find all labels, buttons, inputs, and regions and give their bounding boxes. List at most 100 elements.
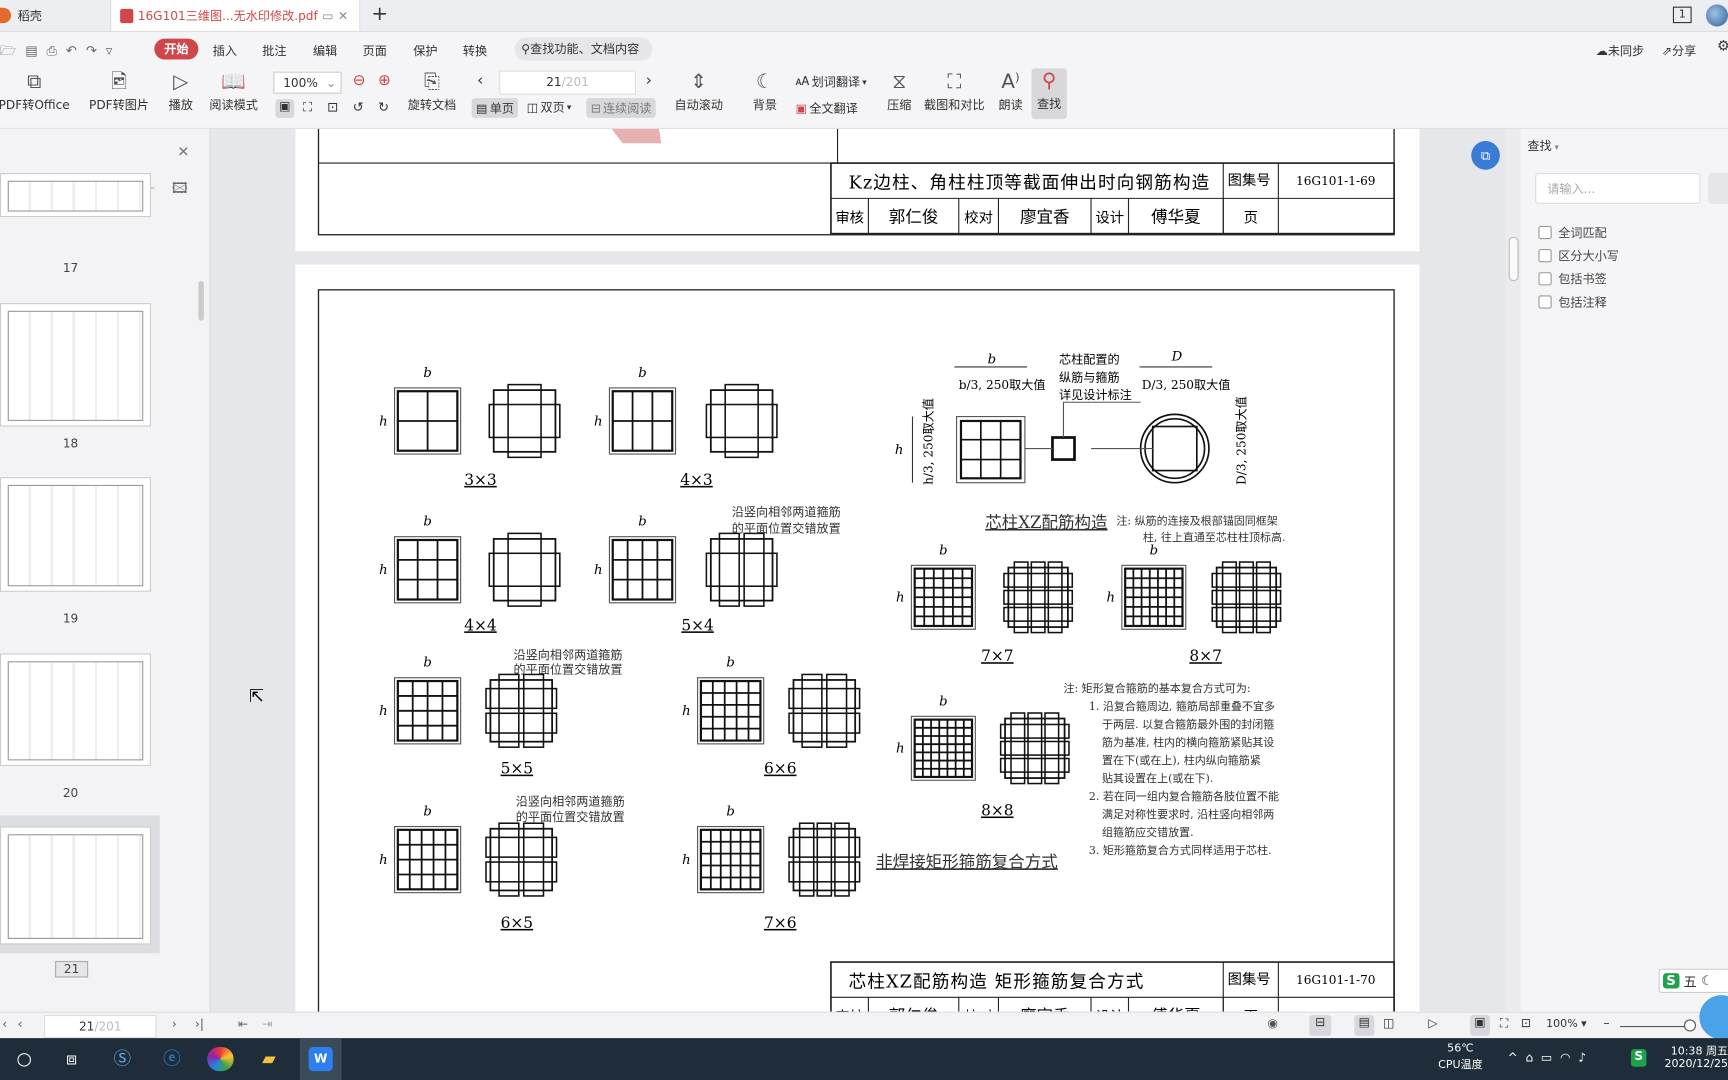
option-include-bookmarks[interactable]: 包括书签 [1538, 270, 1607, 288]
file-explorer-icon[interactable]: ▰ [256, 1047, 282, 1071]
fit-page-icon[interactable]: ⛶ [1500, 1016, 1508, 1031]
eye-protect-icon[interactable]: ◉ [1267, 1016, 1278, 1030]
find-input[interactable]: 请输入... [1535, 173, 1701, 204]
thumbnail-page-19[interactable] [0, 477, 151, 592]
share-button[interactable]: ⇗分享 [1662, 42, 1696, 60]
menu-home[interactable]: 开始 [154, 38, 199, 60]
menu-comment[interactable]: 批注 [262, 42, 286, 60]
user-avatar[interactable] [1705, 4, 1728, 27]
zoom-slider[interactable] [1619, 1025, 1689, 1028]
thumbnail-page-17[interactable] [0, 173, 151, 218]
option-include-comments[interactable]: 包括注释 [1538, 293, 1607, 311]
checkbox[interactable] [1538, 225, 1552, 240]
menu-insert[interactable]: 插入 [213, 42, 237, 60]
checkbox[interactable] [1538, 272, 1552, 286]
first-page-icon[interactable]: ‹ [2, 1017, 7, 1031]
document-view[interactable]: Kz边柱、角柱柱顶等截面伸出时向钢筋构造 图集号 16G101-1-69 审核 郭仁俊 校… [210, 128, 1507, 1012]
zoom-select[interactable]: 100% ⌄ [273, 71, 342, 94]
pin-icon[interactable]: ▭ [322, 8, 333, 22]
task-view-icon[interactable]: ⧈ [58, 1047, 84, 1071]
menu-convert[interactable]: 转换 [463, 42, 487, 60]
continuous-read-button[interactable]: ⊟ 连续阅读 [586, 98, 656, 118]
menu-page[interactable]: 页面 [363, 42, 387, 60]
checkbox[interactable] [1538, 249, 1552, 263]
rotate-left-icon[interactable]: ↺ [353, 99, 364, 114]
sogou-ime-tray-icon[interactable]: S [1631, 1049, 1647, 1067]
single-page-button[interactable]: ▤ 单页 [471, 98, 519, 118]
thumbnail-page-21[interactable] [0, 826, 151, 945]
fit-page-icon[interactable]: ⛶ [303, 99, 312, 116]
screenshot-compare-button[interactable]: ⛶ 截图和对比 [921, 69, 987, 113]
zoom-in-icon[interactable]: ⊕ [378, 72, 391, 90]
last-page-icon[interactable]: ›| [195, 1017, 204, 1031]
prev-page-icon[interactable]: ‹ [18, 1017, 23, 1031]
single-page-icon[interactable]: ▤ [1354, 1014, 1375, 1036]
zoom-slider-knob[interactable] [1683, 1019, 1697, 1032]
function-search[interactable]: ⚲查找功能、文档内容 [514, 37, 653, 61]
clock[interactable]: 10:38 周五 2020/12/25 [1662, 1041, 1728, 1070]
zoom-level[interactable]: 100% ▾ [1546, 1018, 1587, 1030]
next-page-icon[interactable]: › [646, 72, 652, 90]
tray-icons[interactable]: ^⌂▭◠♪ [1508, 1050, 1594, 1064]
compress-button[interactable]: ⧖ 压缩 [882, 69, 917, 113]
menu-edit[interactable]: 编辑 [313, 42, 337, 60]
rotate-document-button[interactable]: ⎘ 旋转文档 [403, 69, 460, 113]
status-page-input[interactable]: 21/201 [44, 1014, 157, 1039]
double-page-icon[interactable]: ◫ [1383, 1016, 1394, 1030]
word-translate-button[interactable]: 🗚 划词翻译 ▾ [796, 73, 867, 91]
new-tab-button[interactable]: + [371, 2, 388, 25]
ie-icon[interactable]: ⓔ [159, 1047, 185, 1071]
actual-size-icon[interactable]: ▣ [1470, 1014, 1490, 1036]
find-submit-button[interactable] [1708, 173, 1728, 204]
thumbnail-page-20[interactable] [0, 653, 151, 766]
continuous-icon[interactable]: ⊟ [1309, 1014, 1332, 1036]
page-current: 21 [546, 74, 562, 90]
actual-size-icon[interactable]: ▣ [275, 99, 295, 118]
prev-page-icon[interactable]: ‹ [477, 72, 483, 90]
close-panel-icon[interactable]: ✕ [177, 144, 189, 161]
play-button[interactable]: ▷ 播放 [163, 69, 198, 113]
tab-pdf-document[interactable]: 16G101三维图...无水印修改.pdf ▭ ✕ [110, 0, 361, 31]
full-translate-button[interactable]: ▣ 全文翻译 [796, 99, 858, 117]
document-scrollbar[interactable] [1505, 128, 1521, 1012]
image-icon[interactable]: 🖾 [172, 179, 188, 203]
option-whole-word[interactable]: 全词匹配 [1538, 224, 1607, 242]
read-mode-button[interactable]: 📖 阅读模式 [205, 69, 262, 113]
read-aloud-button[interactable]: A⁾ 朗读 [992, 69, 1029, 113]
sync-button[interactable]: ☁未同步 [1596, 42, 1644, 60]
sogou-browser-icon[interactable]: Ⓢ [109, 1047, 135, 1071]
find-panel-title[interactable]: 查找 ▾ [1527, 137, 1558, 155]
pdf-to-image-button[interactable]: 🖻 PDF转图片 [86, 69, 152, 113]
forward-icon[interactable]: ⇥ [262, 1017, 272, 1031]
ime-toolbar[interactable]: S 五 ☾ [1658, 968, 1728, 993]
cortana-icon[interactable]: ○ [11, 1047, 37, 1071]
quick-access-icons[interactable]: 🗁▤⎙↶↷▿ [0, 41, 121, 64]
fit-width-icon[interactable]: ⊡ [327, 99, 338, 114]
background-button[interactable]: ☾ 背景 [745, 69, 785, 113]
option-match-case[interactable]: 区分大小写 [1538, 247, 1619, 265]
play-icon[interactable]: ▷ [1428, 1016, 1437, 1030]
thumbnail-page-18[interactable] [0, 303, 151, 427]
wps-taskbar-item[interactable]: W [299, 1038, 342, 1080]
panel-scrollbar[interactable] [198, 281, 204, 321]
fit-width-icon[interactable]: ⊡ [1521, 1016, 1531, 1030]
zoom-out-icon[interactable]: – [1603, 1016, 1609, 1030]
rotate-right-icon[interactable]: ↻ [378, 99, 389, 114]
double-page-button[interactable]: ◫ 双页 ▾ [527, 98, 572, 116]
scroll-thumb[interactable] [1508, 236, 1519, 282]
auto-scroll-button[interactable]: ⇕ 自动滚动 [668, 69, 730, 113]
chrome-icon[interactable] [207, 1046, 234, 1072]
checkbox[interactable] [1538, 295, 1552, 309]
back-icon[interactable]: ⇤ [238, 1017, 248, 1031]
close-tab-icon[interactable]: ✕ [338, 8, 348, 22]
zoom-out-icon[interactable]: ⊖ [353, 72, 366, 90]
floating-convert-button[interactable]: ⧉ [1471, 141, 1500, 170]
menu-protect[interactable]: 保护 [413, 42, 437, 60]
settings-gear-icon[interactable]: ⚙ [1717, 39, 1728, 56]
page-number-input[interactable]: 21/201 [499, 70, 636, 95]
tab-docer[interactable]: 稻壳 [0, 0, 105, 31]
next-page-icon[interactable]: › [172, 1017, 177, 1031]
window-count-badge[interactable]: 1 [1672, 6, 1692, 24]
find-button[interactable]: ⚲ 查找 [1031, 68, 1067, 120]
pdf-to-office-button[interactable]: ⧉ PDF转Office [0, 69, 77, 113]
